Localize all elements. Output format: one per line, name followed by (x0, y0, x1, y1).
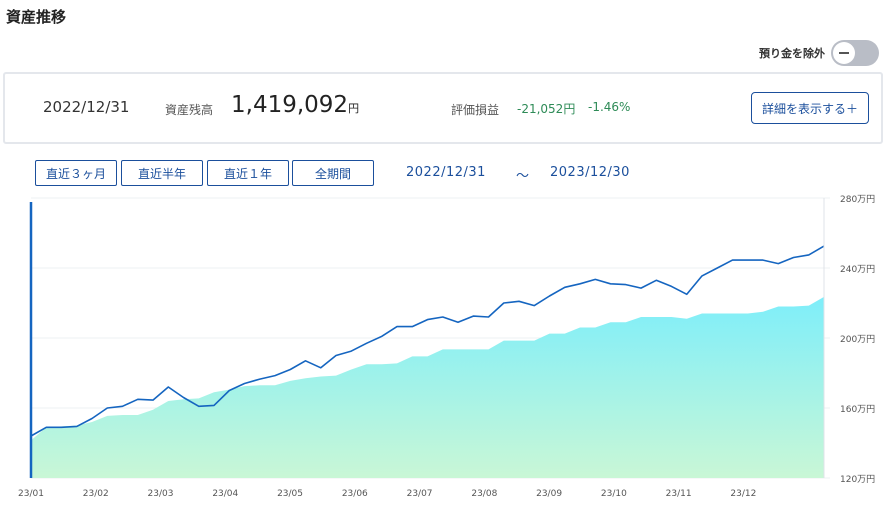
balance-value: 1,419,092円 (231, 92, 359, 118)
x-tick-label: 23/03 (148, 489, 174, 499)
pl-value: -21,052円 (517, 102, 576, 116)
y-tick-label: 160万円 (840, 404, 875, 415)
x-tick-label: 23/02 (83, 489, 109, 499)
x-tick-label: 23/07 (407, 489, 433, 499)
x-tick-label: 23/11 (666, 489, 692, 499)
y-tick-label: 280万円 (840, 194, 875, 205)
show-details-button[interactable]: 詳細を表示する＋ (751, 92, 869, 124)
x-tick-label: 23/10 (601, 489, 627, 499)
range-separator: ～ (516, 169, 530, 184)
exclude-deposit-label: 預り金を除外 (759, 47, 825, 60)
toggle-knob (833, 42, 855, 64)
area-series (31, 296, 824, 478)
x-tick-label: 23/08 (471, 489, 497, 499)
x-tick-label: 23/12 (730, 489, 756, 499)
period-6months-button[interactable]: 直近半年 (121, 160, 203, 186)
page-title: 資産推移 (6, 8, 67, 26)
period-all-button[interactable]: 全期間 (292, 160, 374, 186)
y-tick-label: 200万円 (840, 334, 875, 345)
period-3months-button[interactable]: 直近３ヶ月 (35, 160, 117, 186)
minus-icon (839, 52, 849, 54)
exclude-deposit-toggle[interactable] (831, 40, 879, 66)
y-tick-label: 120万円 (840, 474, 875, 485)
x-tick-label: 23/06 (342, 489, 368, 499)
range-end-date: 2023/12/30 (550, 165, 630, 180)
range-start-date: 2022/12/31 (406, 165, 486, 180)
x-tick-label: 23/05 (277, 489, 303, 499)
x-tick-label: 23/04 (212, 489, 238, 499)
summary-date: 2022/12/31 (43, 98, 130, 116)
x-tick-label: 23/01 (18, 489, 44, 499)
balance-unit: 円 (348, 102, 360, 115)
x-tick-label: 23/09 (536, 489, 562, 499)
pl-label: 評価損益 (451, 103, 500, 117)
summary-panel: 2022/12/31 資産残高 1,419,092円 評価損益 -21,052円… (3, 72, 883, 144)
balance-label: 資産残高 (165, 103, 214, 117)
asset-history-chart: 120万円 160万円 200万円 240万円 280万円 23/01 23/02 23/03… (18, 194, 875, 499)
pl-percent: -1.46% (588, 100, 631, 114)
exclude-deposit-toggle-group: 預り金を除外 (759, 40, 879, 66)
balance-amount: 1,419,092 (231, 92, 349, 118)
period-1year-button[interactable]: 直近１年 (207, 160, 289, 186)
y-tick-label: 240万円 (840, 264, 875, 275)
